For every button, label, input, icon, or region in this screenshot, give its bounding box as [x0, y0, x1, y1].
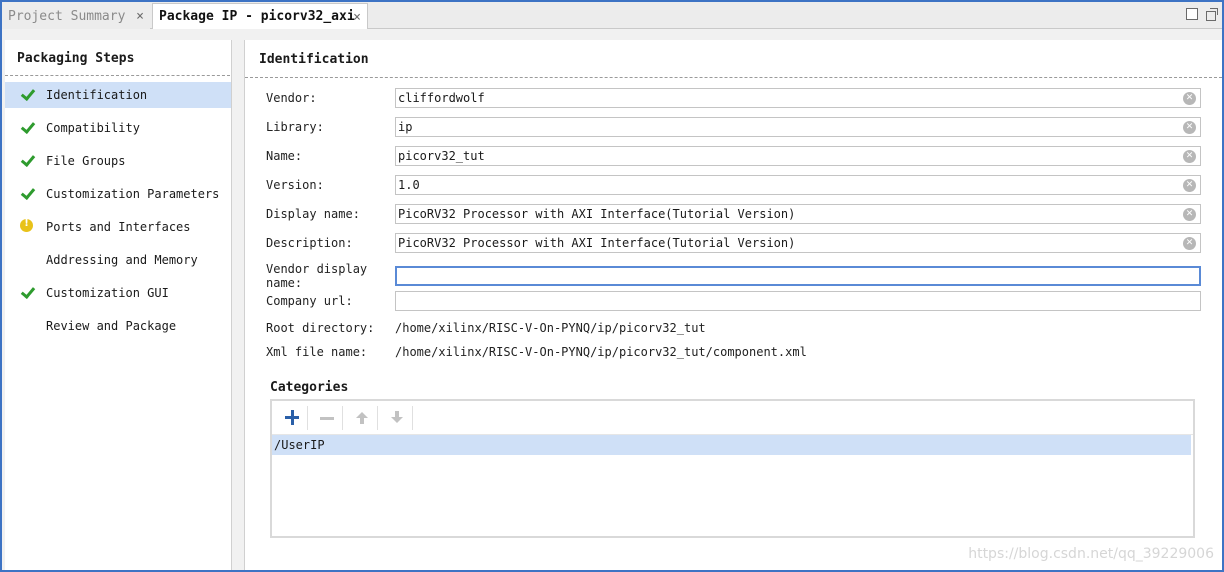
description-value: PicoRV32 Processor with AXI Interface(Tu…: [398, 236, 796, 250]
display-name-label: Display name:: [266, 207, 360, 221]
clear-icon[interactable]: [1183, 179, 1196, 192]
sidebar-item-label: Ports and Interfaces: [46, 220, 191, 234]
check-icon: [20, 186, 34, 200]
library-row: Library: ip: [266, 117, 1201, 137]
close-icon[interactable]: ×: [353, 10, 361, 25]
warning-icon: [20, 218, 33, 232]
identification-panel: Identification Vendor: cliffordwolf Libr…: [244, 40, 1222, 570]
move-down-icon[interactable]: [381, 405, 413, 430]
sidebar-item-addressing-and-memory[interactable]: Addressing and Memory: [5, 247, 231, 273]
version-value: 1.0: [398, 178, 420, 192]
description-label: Description:: [266, 236, 353, 250]
ip-packager-window: Project Summary × Package IP - picorv32_…: [0, 0, 1224, 572]
window-controls: [1186, 8, 1218, 21]
root-directory-row: Root directory: /home/xilinx/RISC-V-On-P…: [266, 321, 706, 335]
sidebar-item-customization-gui[interactable]: Customization GUI: [5, 280, 231, 306]
display-name-value: PicoRV32 Processor with AXI Interface(Tu…: [398, 207, 796, 221]
check-icon: [20, 153, 34, 167]
remove-icon[interactable]: [311, 405, 343, 430]
vendor-label: Vendor:: [266, 91, 317, 105]
sidebar-item-label: Review and Package: [46, 319, 177, 333]
tab-bar: Project Summary × Package IP - picorv32_…: [2, 2, 1222, 29]
description-row: Description: PicoRV32 Processor with AXI…: [266, 233, 1201, 253]
sidebar-item-identification[interactable]: Identification: [5, 82, 231, 108]
tab-project-summary[interactable]: Project Summary ×: [2, 3, 150, 29]
vendor-field[interactable]: cliffordwolf: [395, 88, 1201, 108]
sidebar-item-file-groups[interactable]: File Groups: [5, 148, 231, 174]
add-icon[interactable]: [276, 405, 308, 430]
clear-icon[interactable]: [1183, 92, 1196, 105]
move-up-icon[interactable]: [346, 405, 378, 430]
page-title: Identification: [245, 40, 1222, 78]
maximize-icon[interactable]: [1186, 8, 1198, 20]
tab-label: Project Summary: [8, 8, 126, 24]
root-directory-value: /home/xilinx/RISC-V-On-PYNQ/ip/picorv32_…: [395, 321, 706, 335]
check-icon: [20, 87, 34, 101]
version-field[interactable]: 1.0: [395, 175, 1201, 195]
sidebar-item-label: File Groups: [46, 154, 126, 168]
company-url-field[interactable]: [395, 291, 1201, 311]
sidebar-item-label: Addressing and Memory: [46, 253, 198, 267]
clear-icon[interactable]: [1183, 150, 1196, 163]
sidebar-item-customization-parameters[interactable]: Customization Parameters: [5, 181, 231, 207]
vendor-row: Vendor: cliffordwolf: [266, 88, 1201, 108]
clear-icon[interactable]: [1183, 208, 1196, 221]
list-item[interactable]: /UserIP: [272, 435, 1191, 455]
name-label: Name:: [266, 149, 303, 163]
watermark: https://blog.csdn.net/qq_39229006: [968, 546, 1214, 562]
library-field[interactable]: ip: [395, 117, 1201, 137]
name-row: Name: picorv32_tut: [266, 146, 1201, 166]
categories-title: Categories: [270, 380, 349, 395]
sidebar-item-label: Customization GUI: [46, 286, 169, 300]
tab-label: Package IP - picorv32_axi: [159, 9, 355, 24]
company-url-label: Company url:: [266, 294, 353, 308]
sidebar-item-label: Compatibility: [46, 121, 140, 135]
library-label: Library:: [266, 120, 324, 134]
categories-box: /UserIP: [270, 399, 1195, 538]
sidebar-item-label: Customization Parameters: [46, 187, 220, 201]
vendor-display-name-row: Vendor display name:: [266, 262, 1201, 290]
vendor-display-name-field[interactable]: [395, 266, 1201, 286]
version-label: Version:: [266, 178, 324, 192]
packaging-steps-panel: Packaging Steps Identification Compatibi…: [5, 40, 232, 570]
display-name-row: Display name: PicoRV32 Processor with AX…: [266, 204, 1201, 224]
clear-icon[interactable]: [1183, 237, 1196, 250]
sidebar-item-compatibility[interactable]: Compatibility: [5, 115, 231, 141]
close-icon[interactable]: ×: [136, 9, 144, 24]
check-icon: [20, 120, 34, 134]
panel-title: Packaging Steps: [5, 40, 230, 76]
description-field[interactable]: PicoRV32 Processor with AXI Interface(Tu…: [395, 233, 1201, 253]
xml-file-name-row: Xml file name: /home/xilinx/RISC-V-On-PY…: [266, 345, 807, 359]
version-row: Version: 1.0: [266, 175, 1201, 195]
vendor-display-name-label: Vendor display name:: [266, 262, 368, 290]
sidebar-item-review-and-package[interactable]: Review and Package: [5, 313, 231, 339]
sidebar-item-label: Identification: [46, 88, 148, 102]
xml-file-name-value: /home/xilinx/RISC-V-On-PYNQ/ip/picorv32_…: [395, 345, 807, 359]
tab-package-ip[interactable]: Package IP - picorv32_axi ×: [152, 3, 368, 29]
display-name-field[interactable]: PicoRV32 Processor with AXI Interface(Tu…: [395, 204, 1201, 224]
root-directory-label: Root directory:: [266, 321, 375, 335]
xml-file-name-label: Xml file name:: [266, 345, 368, 359]
categories-list: /UserIP: [272, 434, 1193, 455]
categories-toolbar: [272, 401, 1193, 434]
library-value: ip: [398, 120, 413, 134]
restore-icon[interactable]: [1206, 8, 1218, 21]
name-value: picorv32_tut: [398, 149, 485, 163]
vendor-value: cliffordwolf: [398, 91, 485, 105]
check-icon: [20, 285, 34, 299]
clear-icon[interactable]: [1183, 121, 1196, 134]
name-field[interactable]: picorv32_tut: [395, 146, 1201, 166]
company-url-row: Company url:: [266, 291, 1201, 311]
sidebar-item-ports-and-interfaces[interactable]: Ports and Interfaces: [5, 214, 231, 240]
